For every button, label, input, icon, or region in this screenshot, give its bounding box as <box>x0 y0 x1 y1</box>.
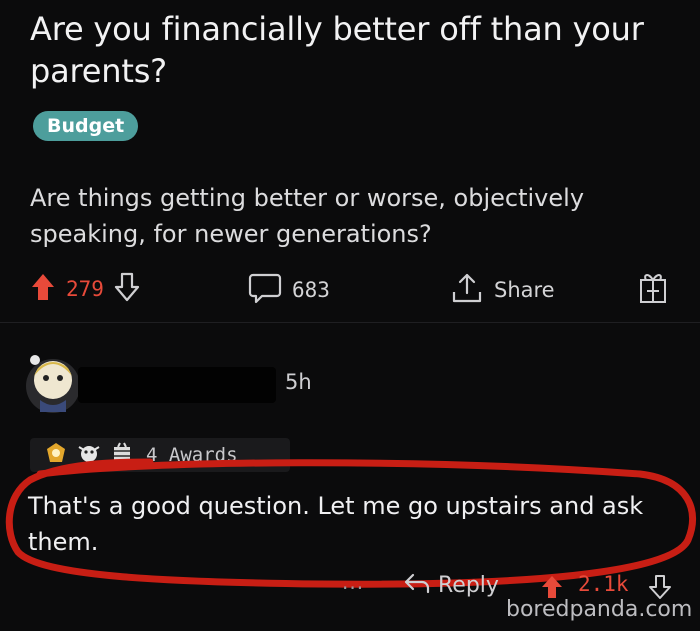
award-button[interactable] <box>638 270 668 308</box>
downvote-icon[interactable] <box>114 272 140 306</box>
wholesome-award-icon <box>76 441 102 469</box>
gold-award-icon <box>44 441 68 469</box>
gift-icon <box>638 270 668 308</box>
share-icon <box>450 272 484 308</box>
username-redacted <box>78 367 276 403</box>
vote-group: 279 <box>30 272 140 306</box>
flair-badge[interactable]: Budget <box>33 111 139 141</box>
more-options[interactable]: ... <box>342 570 364 594</box>
comment-text: That's a good question. Let me go upstai… <box>28 492 644 556</box>
upvote-count: 279 <box>66 277 104 301</box>
share-label: Share <box>494 278 555 302</box>
post-action-bar: 279 683 Share <box>0 268 700 308</box>
reply-label: Reply <box>438 572 499 598</box>
comment-vote-count: 2.1k <box>578 572 629 596</box>
reply-icon <box>402 570 432 600</box>
comment-age: 5h <box>285 370 312 394</box>
avatar[interactable] <box>22 346 84 416</box>
post-title[interactable]: Are you financially better off than your… <box>30 8 670 92</box>
divider <box>0 322 700 323</box>
helpful-award-icon <box>110 441 134 469</box>
share-button[interactable]: Share <box>450 272 555 308</box>
watermark: boredpanda.com <box>506 597 693 622</box>
reply-button[interactable]: Reply <box>402 570 499 600</box>
comment-count: 683 <box>292 278 330 302</box>
upvote-icon[interactable] <box>30 272 56 306</box>
awards-bar[interactable]: 4 Awards <box>30 438 290 472</box>
comments-button[interactable]: 683 <box>248 272 330 308</box>
post-body: Are things getting better or worse, obje… <box>30 184 585 248</box>
comment-icon <box>248 272 282 308</box>
awards-count: 4 Awards <box>146 444 238 466</box>
